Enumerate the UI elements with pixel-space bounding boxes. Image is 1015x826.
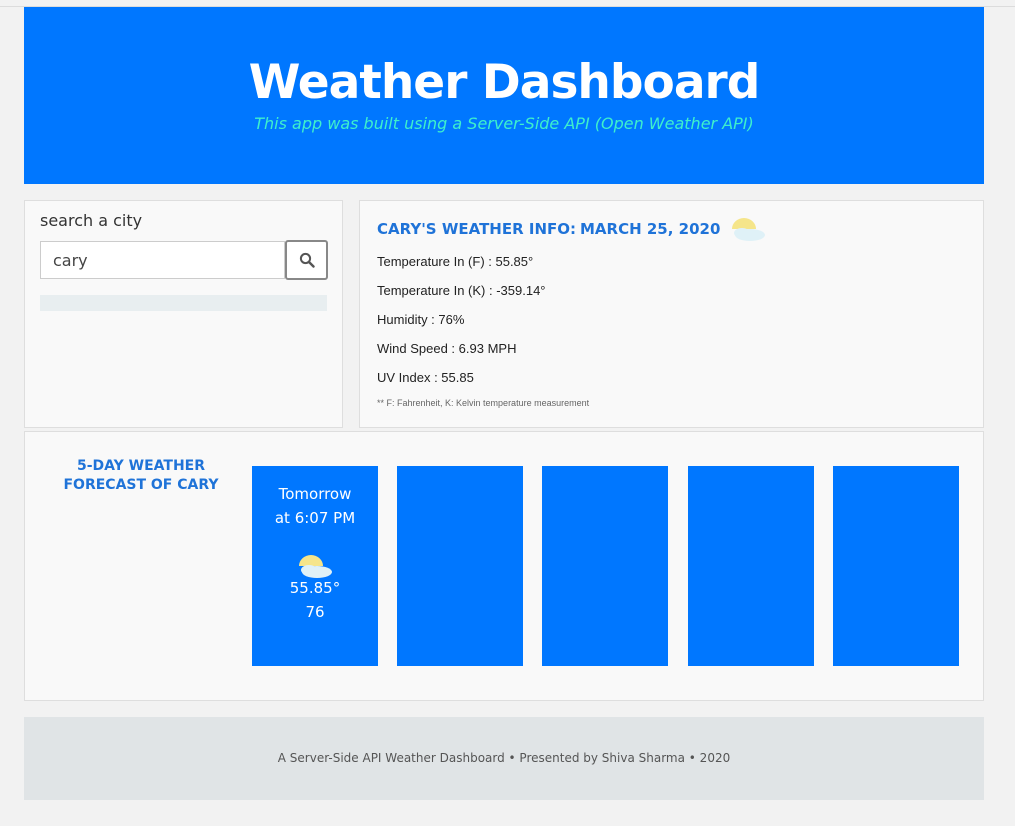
footer-text: A Server-Side API Weather Dashboard • Pr… (277, 751, 731, 765)
forecast-card: Tomorrow at 6:07 PM 55.85° 76 (252, 466, 378, 666)
forecast-card (688, 466, 814, 666)
page-subtitle: This app was built using a Server-Side A… (254, 114, 754, 133)
forecast-card (542, 466, 668, 666)
partly-cloudy-icon (732, 218, 765, 241)
temperature-k: Temperature In (K) : -359.14° (377, 283, 546, 298)
current-weather-date: MARCH 25, 2020 (580, 220, 721, 238)
page-footer: A Server-Side API Weather Dashboard • Pr… (24, 717, 984, 800)
humidity: Humidity : 76% (377, 312, 465, 327)
page-title: Weather Dashboard (248, 55, 761, 110)
search-panel: search a city (24, 200, 343, 428)
search-input[interactable] (40, 241, 285, 279)
forecast-temperature: 55.85° (289, 579, 341, 597)
temperature-f: Temperature In (F) : 55.85° (377, 254, 534, 269)
forecast-title: 5-DAY WEATHER FORECAST OF CARY (63, 458, 219, 493)
forecast-humidity: 76 (305, 603, 325, 621)
forecast-day: Tomorrow (278, 485, 352, 503)
current-weather-heading: CARY'S WEATHER INFO: (377, 220, 576, 238)
page-header: Weather Dashboard This app was built usi… (24, 7, 984, 184)
search-icon (299, 252, 315, 268)
partly-cloudy-icon (299, 555, 332, 578)
uv-index: UV Index : 55.85 (377, 370, 474, 385)
forecast-time: Tomorrow at 6:07 PM (252, 482, 378, 530)
temperature-note: ** F: Fahrenheit, K: Kelvin temperature … (377, 398, 590, 408)
current-weather-panel: CARY'S WEATHER INFO: MARCH 25, 2020 Temp… (359, 200, 984, 428)
forecast-hour: at 6:07 PM (274, 509, 356, 527)
forecast-card (397, 466, 523, 666)
search-label: search a city (40, 211, 143, 230)
forecast-panel: 5-DAY WEATHER FORECAST OF CARY Tomorrow … (24, 431, 984, 701)
search-history-list[interactable] (40, 295, 327, 311)
forecast-card (833, 466, 959, 666)
wind-speed: Wind Speed : 6.93 MPH (377, 341, 517, 356)
search-button[interactable] (285, 240, 328, 280)
